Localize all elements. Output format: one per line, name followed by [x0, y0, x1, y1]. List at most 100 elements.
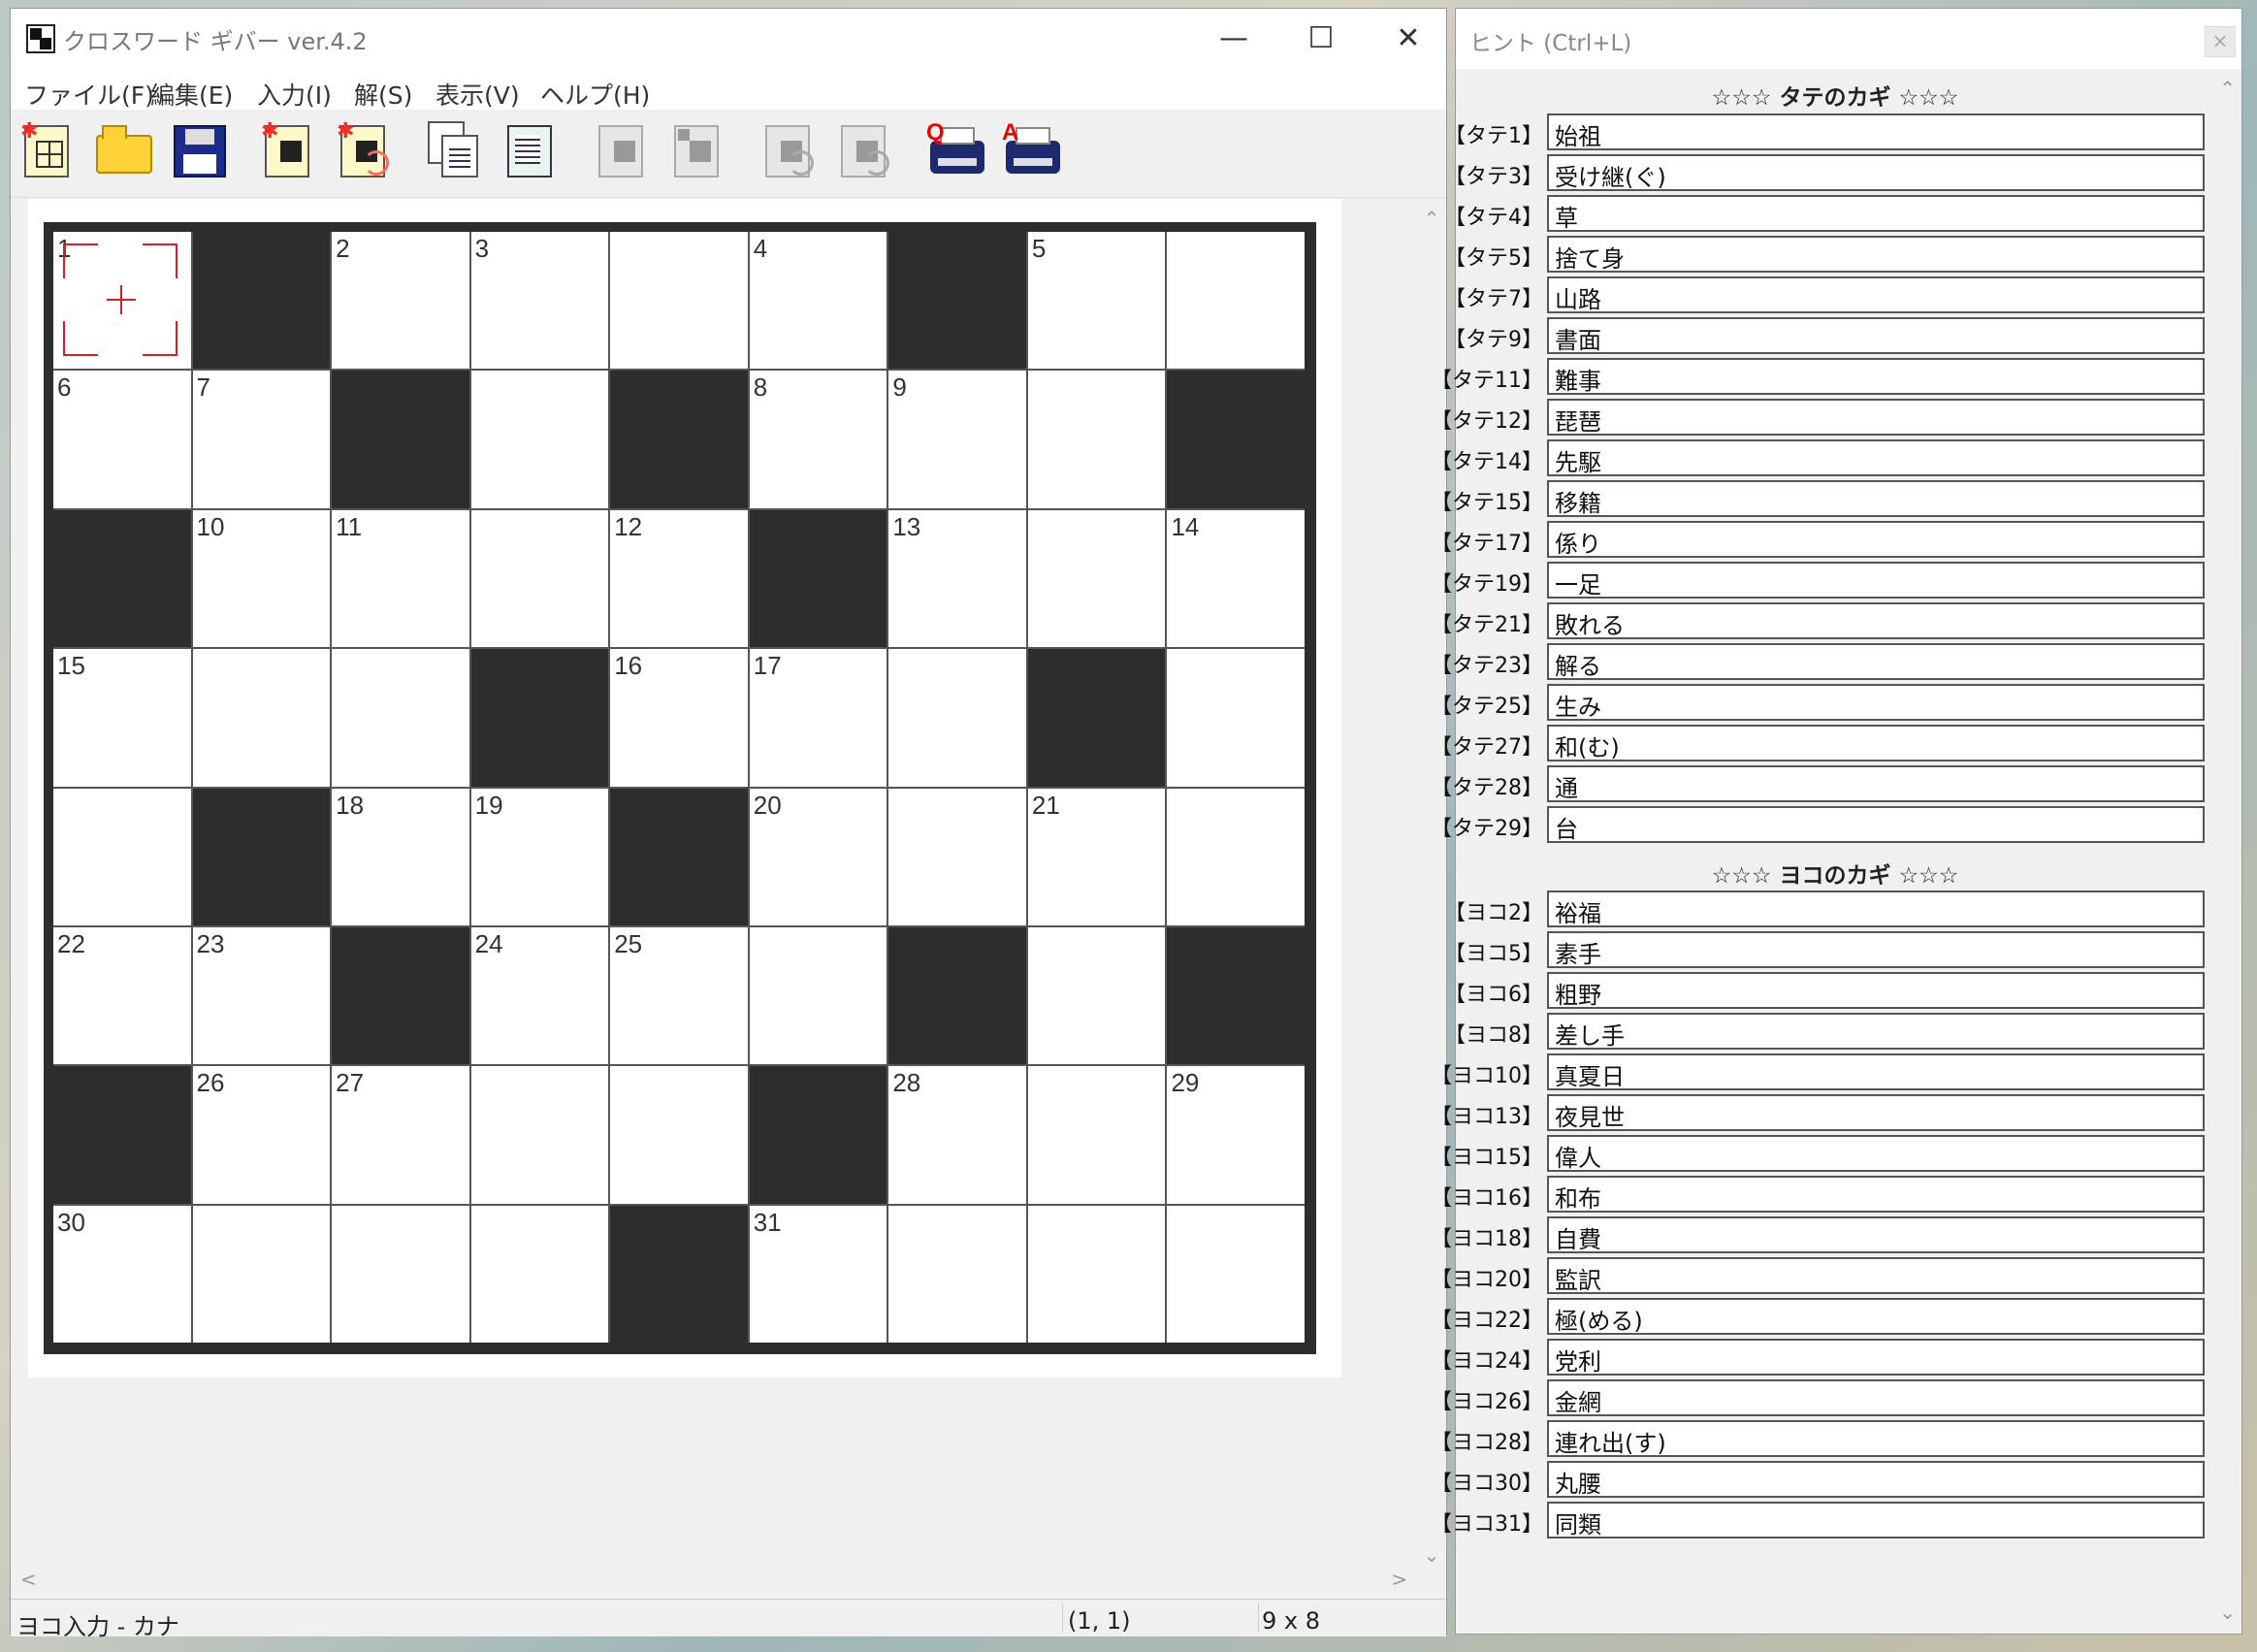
grid-cell[interactable]: [610, 1066, 748, 1204]
grid-cell[interactable]: 8: [749, 371, 887, 508]
grid-cell[interactable]: 9: [888, 371, 1026, 508]
grid-cell[interactable]: [470, 371, 609, 508]
grid-cell[interactable]: [470, 509, 609, 648]
new-grid-icon[interactable]: ✱: [18, 121, 79, 181]
clue-input[interactable]: 連れ出(す): [1547, 1420, 2205, 1457]
grid-cell[interactable]: 10: [192, 509, 331, 648]
clue-input[interactable]: 自費: [1547, 1216, 2205, 1253]
clue-input[interactable]: 真夏日: [1547, 1053, 2205, 1090]
grid-cell-black[interactable]: [749, 1066, 887, 1204]
grid-cell[interactable]: 25: [610, 926, 748, 1065]
clue-input[interactable]: 裕福: [1547, 891, 2205, 927]
clue-input[interactable]: 粗野: [1547, 972, 2205, 1009]
hint-close-button[interactable]: ×: [2205, 26, 2236, 57]
grid-cell[interactable]: [1167, 788, 1305, 925]
clue-input[interactable]: 受け継(ぐ): [1547, 154, 2205, 191]
menu-edit[interactable]: 編集(E): [150, 77, 233, 112]
rotate-puzzle-icon[interactable]: ✱: [335, 121, 395, 181]
clue-input[interactable]: 和(む): [1547, 725, 2205, 761]
grid-cell-black[interactable]: [192, 232, 331, 370]
grid-cell[interactable]: 16: [610, 649, 748, 787]
print-answer-icon[interactable]: A: [1002, 119, 1062, 181]
clue-input[interactable]: 草: [1547, 195, 2205, 232]
grid-cell[interactable]: [610, 232, 748, 370]
grid-cell-black[interactable]: [888, 926, 1026, 1065]
horizontal-scrollbar[interactable]: < >: [11, 1564, 1417, 1599]
menu-view[interactable]: 表示(V): [435, 77, 520, 112]
open-folder-icon[interactable]: [94, 121, 154, 181]
grid-cell[interactable]: [1027, 371, 1166, 508]
clue-input[interactable]: 台: [1547, 806, 2205, 843]
menu-help[interactable]: ヘルプ(H): [540, 77, 650, 112]
grid-cell-black[interactable]: [332, 371, 469, 508]
clue-input[interactable]: 解る: [1547, 643, 2205, 680]
grid-cell[interactable]: 19: [470, 788, 609, 925]
grid-cell[interactable]: [1167, 1205, 1305, 1343]
clue-input[interactable]: 同類: [1547, 1502, 2205, 1539]
save-disk-icon[interactable]: [170, 121, 230, 181]
clue-input[interactable]: 先駆: [1547, 439, 2205, 476]
grid-cell[interactable]: 29: [1167, 1066, 1305, 1204]
grid-cell[interactable]: 15: [53, 649, 191, 787]
grid-cell-black[interactable]: [610, 371, 748, 508]
scroll-up-icon[interactable]: ⌃: [1419, 207, 1444, 230]
grid-cell[interactable]: [1027, 1205, 1166, 1343]
grid-cell[interactable]: 27: [332, 1066, 469, 1204]
grid-cell[interactable]: 20: [749, 788, 887, 925]
grid-cell[interactable]: [888, 788, 1026, 925]
grid-cell[interactable]: 28: [888, 1066, 1026, 1204]
grid-cell-black[interactable]: [610, 1205, 748, 1343]
new-puzzle-icon[interactable]: ✱: [259, 121, 319, 181]
grid-cell[interactable]: [749, 926, 887, 1065]
paste-icon[interactable]: [501, 121, 562, 181]
clue-input[interactable]: 書面: [1547, 317, 2205, 354]
grid-cell-black[interactable]: [1167, 926, 1305, 1065]
close-button[interactable]: ✕: [1365, 9, 1452, 69]
clue-input[interactable]: 監訳: [1547, 1257, 2205, 1294]
grid-cell-black[interactable]: [1027, 649, 1166, 787]
grid-cell-black[interactable]: [53, 509, 191, 648]
grid-cell[interactable]: 7: [192, 371, 331, 508]
clue-input[interactable]: 金網: [1547, 1379, 2205, 1416]
clue-input[interactable]: 和布: [1547, 1176, 2205, 1213]
grid-cell[interactable]: 1: [53, 232, 191, 370]
grid-export-2-icon[interactable]: [668, 121, 728, 181]
clue-input[interactable]: 難事: [1547, 358, 2205, 395]
grid-cell[interactable]: 22: [53, 926, 191, 1065]
hint-scroll-up-icon[interactable]: ⌃: [2219, 77, 2236, 100]
grid-cell[interactable]: 6: [53, 371, 191, 508]
scroll-left-icon[interactable]: <: [20, 1568, 37, 1591]
grid-cell[interactable]: 31: [749, 1205, 887, 1343]
hint-scroll-down-icon[interactable]: ⌄: [2219, 1601, 2236, 1624]
clue-input[interactable]: 係り: [1547, 521, 2205, 558]
grid-cell-black[interactable]: [192, 788, 331, 925]
grid-cell[interactable]: [1027, 509, 1166, 648]
scroll-down-icon[interactable]: ⌄: [1419, 1543, 1444, 1567]
clue-input[interactable]: 移籍: [1547, 480, 2205, 517]
grid-cell[interactable]: 11: [332, 509, 469, 648]
menu-file[interactable]: ファイル(F): [24, 77, 154, 112]
grid-cell[interactable]: [53, 788, 191, 925]
clue-input[interactable]: 素手: [1547, 931, 2205, 968]
grid-cell[interactable]: [470, 1205, 609, 1343]
grid-cell[interactable]: [192, 649, 331, 787]
grid-cell[interactable]: 18: [332, 788, 469, 925]
clue-input[interactable]: 通: [1547, 765, 2205, 802]
grid-cell[interactable]: 4: [749, 232, 887, 370]
grid-cell[interactable]: [888, 1205, 1026, 1343]
clue-input[interactable]: 丸腰: [1547, 1461, 2205, 1498]
grid-cell-black[interactable]: [470, 649, 609, 787]
grid-cell-black[interactable]: [332, 926, 469, 1065]
clue-input[interactable]: 始祖: [1547, 113, 2205, 150]
clue-input[interactable]: 敗れる: [1547, 602, 2205, 639]
grid-cell[interactable]: 12: [610, 509, 748, 648]
grid-cell[interactable]: [1027, 1066, 1166, 1204]
clue-input[interactable]: 一足: [1547, 562, 2205, 599]
grid-cell[interactable]: 26: [192, 1066, 331, 1204]
menu-solve[interactable]: 解(S): [354, 77, 412, 112]
grid-cell[interactable]: [332, 1205, 469, 1343]
grid-cell[interactable]: 2: [332, 232, 469, 370]
menu-input[interactable]: 入力(I): [257, 77, 332, 112]
clue-input[interactable]: 偉人: [1547, 1135, 2205, 1172]
grid-cell[interactable]: 13: [888, 509, 1026, 648]
